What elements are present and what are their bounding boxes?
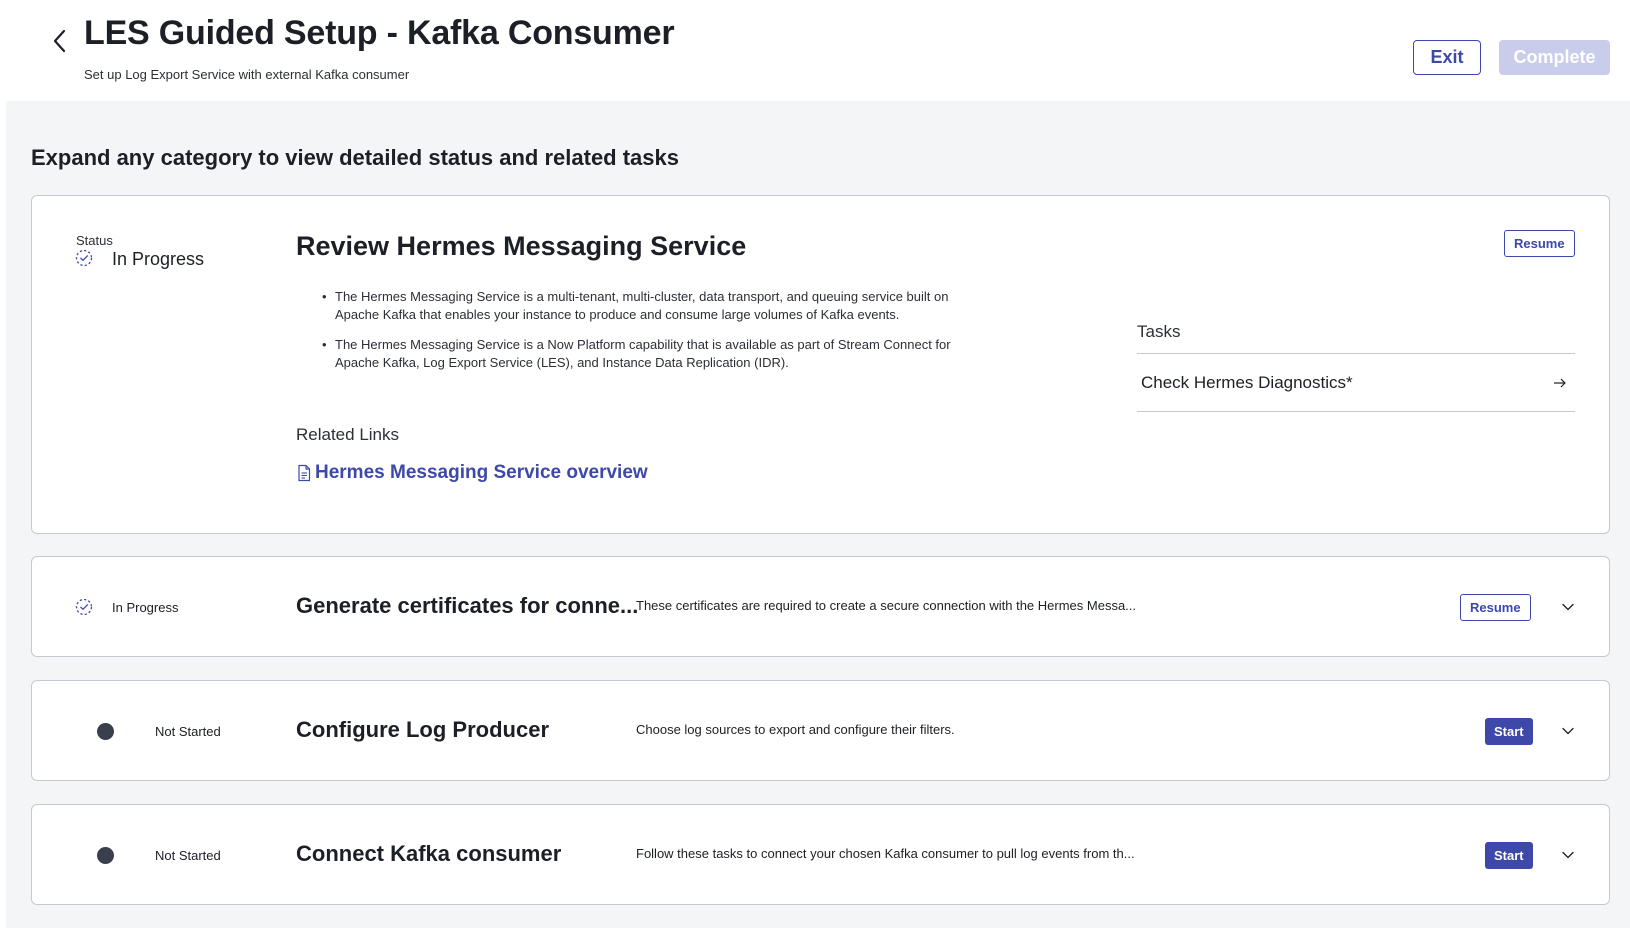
intro-heading: Expand any category to view detailed sta… (31, 145, 680, 170)
category-card-connect-kafka-consumer[interactable]: Not Started Connect Kafka consumer Follo… (31, 804, 1610, 905)
description-item: The Hermes Messaging Service is a multi-… (322, 288, 982, 324)
tasks-title: Tasks (1137, 322, 1181, 341)
status-value: In Progress (112, 249, 205, 269)
category-card-generate-certificates[interactable]: In Progress Generate certificates for co… (31, 556, 1610, 657)
category-card-review-hermes: Status In Progress Review Hermes Messagi… (31, 195, 1610, 534)
category-title: Configure Log Producer (296, 717, 549, 742)
in-progress-icon (75, 598, 93, 616)
expand-button[interactable] (1558, 597, 1578, 617)
resume-button[interactable]: Resume (1460, 594, 1531, 621)
main-content: Expand any category to view detailed sta… (6, 101, 1630, 928)
category-title: Review Hermes Messaging Service (296, 231, 747, 261)
page-title: LES Guided Setup - Kafka Consumer (84, 14, 675, 52)
back-button[interactable] (44, 24, 74, 58)
arrow-right-icon (1554, 378, 1566, 387)
resume-button[interactable]: Resume (1504, 230, 1575, 257)
related-link-hermes-overview[interactable]: Hermes Messaging Service overview (296, 462, 648, 484)
category-description: Follow these tasks to connect your chose… (636, 846, 1135, 861)
category-title: Connect Kafka consumer (296, 841, 562, 866)
category-title: Generate certificates for conne... (296, 593, 639, 618)
status-label: Status (76, 233, 113, 248)
chevron-down-icon (1562, 727, 1574, 735)
in-progress-icon (75, 249, 93, 267)
page-header: LES Guided Setup - Kafka Consumer Set up… (0, 0, 1630, 101)
chevron-down-icon (1562, 851, 1574, 859)
chevron-left-icon (53, 29, 66, 53)
related-link-label: Hermes Messaging Service overview (315, 462, 648, 483)
status-value: In Progress (112, 600, 179, 615)
category-description: Choose log sources to export and configu… (636, 722, 955, 737)
tasks-divider (1137, 411, 1575, 412)
description-list: The Hermes Messaging Service is a multi-… (322, 288, 982, 384)
complete-button[interactable]: Complete (1499, 40, 1610, 75)
status-value: Not Started (155, 848, 221, 863)
start-button[interactable]: Start (1485, 718, 1533, 745)
not-started-dot-icon (97, 847, 114, 864)
expand-button[interactable] (1558, 845, 1578, 865)
task-check-hermes-diagnostics[interactable]: Check Hermes Diagnostics* (1137, 354, 1575, 411)
task-label: Check Hermes Diagnostics* (1141, 372, 1353, 392)
category-card-configure-log-producer[interactable]: Not Started Configure Log Producer Choos… (31, 680, 1610, 781)
not-started-dot-icon (97, 723, 114, 740)
start-button[interactable]: Start (1485, 842, 1533, 869)
category-description: These certificates are required to creat… (636, 598, 1137, 613)
expand-button[interactable] (1558, 721, 1578, 741)
exit-button[interactable]: Exit (1413, 40, 1481, 75)
related-links-title: Related Links (296, 425, 400, 444)
document-icon (298, 464, 311, 482)
chevron-down-icon (1562, 603, 1574, 611)
status-value: Not Started (155, 724, 221, 739)
description-item: The Hermes Messaging Service is a Now Pl… (322, 336, 982, 372)
page-subtitle: Set up Log Export Service with external … (84, 67, 410, 82)
